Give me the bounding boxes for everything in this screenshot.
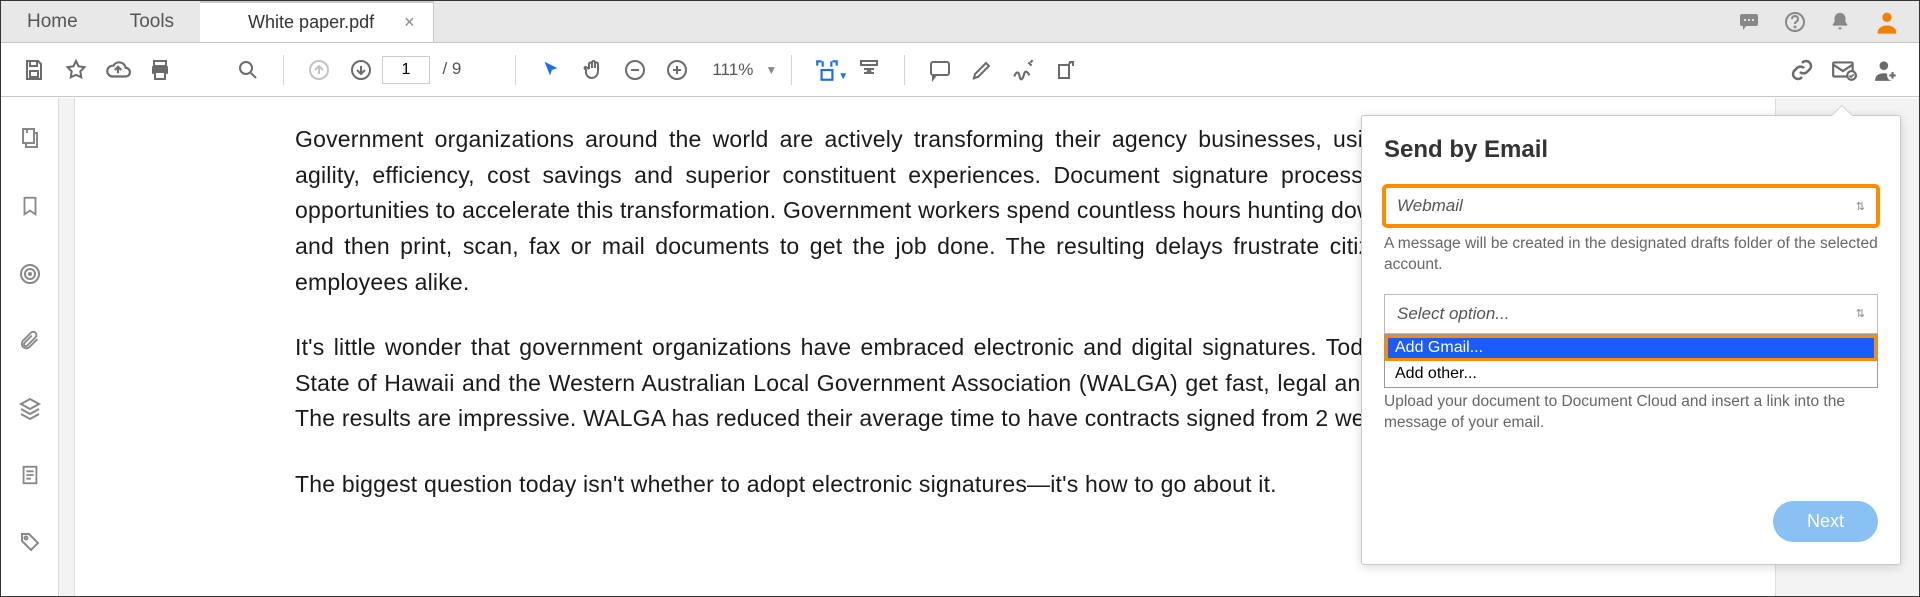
left-sidebar: [1, 98, 59, 596]
zoom-out-icon[interactable]: [614, 58, 656, 82]
page-up-icon[interactable]: [298, 58, 340, 82]
send-email-panel: Send by Email Webmail ⇅ A message will b…: [1361, 115, 1901, 565]
star-icon[interactable]: [55, 58, 97, 82]
tab-document-label: White paper.pdf: [248, 12, 374, 33]
share-add-person-icon[interactable]: [1865, 57, 1907, 83]
sign-icon[interactable]: [1003, 57, 1045, 83]
search-icon[interactable]: [227, 58, 269, 82]
email-method-help-text: A message will be created in the designa…: [1384, 234, 1878, 276]
page-display-icon[interactable]: [848, 58, 890, 82]
zoom-dropdown-icon[interactable]: ▼: [765, 63, 777, 77]
selection-cursor-icon[interactable]: [530, 59, 572, 81]
help-icon[interactable]: [1783, 10, 1807, 34]
account-dropdown-list: Add Gmail... Add other...: [1384, 334, 1878, 388]
zoom-in-icon[interactable]: [656, 58, 698, 82]
account-select-placeholder: Select option...: [1397, 304, 1509, 324]
page-number-input-wrap: / 9: [382, 56, 461, 84]
tab-close-button[interactable]: ×: [404, 12, 415, 33]
tab-tools[interactable]: Tools: [104, 1, 200, 42]
main-toolbar: / 9 111% ▼ ▼: [1, 43, 1919, 97]
rotate-page-icon[interactable]: [1045, 58, 1087, 82]
panel-title: Send by Email: [1384, 136, 1878, 164]
cloud-upload-icon[interactable]: [97, 57, 139, 83]
app-tabbar: Home Tools White paper.pdf ×: [1, 1, 1919, 43]
dropdown-arrow-icon[interactable]: ▼: [838, 71, 848, 82]
tab-document-active[interactable]: White paper.pdf ×: [200, 1, 434, 42]
tag-icon[interactable]: [18, 530, 42, 559]
print-icon[interactable]: [139, 58, 181, 82]
next-button[interactable]: Next: [1773, 501, 1878, 542]
zoom-value-label: 111%: [698, 60, 757, 80]
account-select[interactable]: Select option... ⇅ Add Gmail... Add othe…: [1384, 294, 1878, 334]
email-method-value: Webmail: [1397, 196, 1463, 216]
account-option-other[interactable]: Add other...: [1385, 361, 1877, 387]
panel-pointer-icon: [1832, 106, 1852, 116]
save-icon[interactable]: [13, 58, 55, 82]
chat-icon[interactable]: [1737, 10, 1761, 34]
account-option-gmail[interactable]: Add Gmail...: [1385, 335, 1877, 361]
page-number-input[interactable]: [382, 56, 430, 84]
bell-icon[interactable]: [1829, 11, 1851, 33]
page-down-icon[interactable]: [340, 58, 382, 82]
highlight-icon[interactable]: [961, 58, 1003, 82]
email-method-select[interactable]: Webmail ⇅: [1384, 186, 1878, 226]
document-text-icon[interactable]: [19, 463, 41, 492]
user-profile-icon[interactable]: [1873, 8, 1901, 36]
target-icon[interactable]: [18, 262, 42, 291]
send-email-icon[interactable]: [1823, 57, 1865, 83]
comment-icon[interactable]: [919, 58, 961, 82]
page-total-label: / 9: [442, 59, 461, 78]
bookmark-icon[interactable]: [19, 193, 41, 224]
link-icon[interactable]: [1781, 58, 1823, 82]
hand-tool-icon[interactable]: [572, 58, 614, 82]
thumbnails-icon[interactable]: [18, 126, 42, 155]
layers-icon[interactable]: [18, 396, 42, 425]
attachment-icon[interactable]: [19, 329, 41, 358]
cloud-link-help-text: Upload your document to Document Cloud a…: [1384, 392, 1878, 434]
tab-home[interactable]: Home: [1, 1, 104, 42]
chevron-updown-icon: ⇅: [1856, 307, 1865, 320]
chevron-updown-icon: ⇅: [1856, 200, 1865, 213]
